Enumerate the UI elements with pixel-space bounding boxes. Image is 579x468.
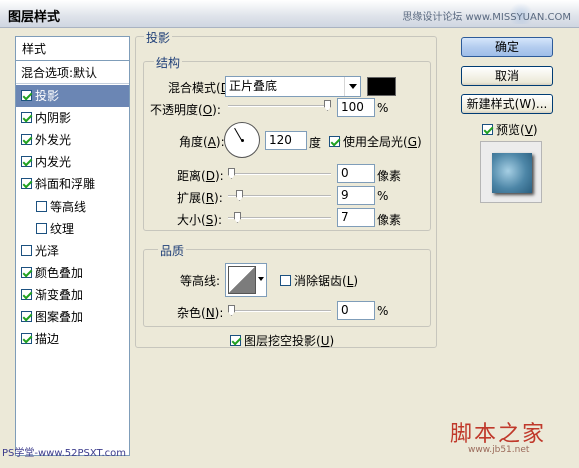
size-input[interactable]: 7 xyxy=(337,208,375,227)
global-light-check[interactable] xyxy=(329,136,340,147)
blend-mode-select[interactable]: 正片叠底 xyxy=(225,76,361,97)
style-list: 样式 混合选项:默认 投影内阴影外发光内发光斜面和浮雕等高线纹理光泽颜色叠加渐变… xyxy=(15,36,130,456)
distance-slider-thumb[interactable] xyxy=(228,168,235,179)
styles-header[interactable]: 样式 xyxy=(16,37,129,61)
watermark-bottom-right: 脚本之家 xyxy=(450,422,547,447)
contour-picker[interactable] xyxy=(225,263,267,297)
style-item[interactable]: 内阴影 xyxy=(16,107,129,129)
style-item[interactable]: 纹理 xyxy=(16,218,129,240)
style-item-checkbox[interactable] xyxy=(21,333,32,344)
noise-input[interactable]: 0 xyxy=(337,301,375,320)
size-label: 大小(S): xyxy=(177,213,223,227)
style-item-label: 颜色叠加 xyxy=(35,266,84,280)
style-item[interactable]: 图案叠加 xyxy=(16,306,129,328)
style-item-label: 斜面和浮雕 xyxy=(35,177,96,191)
new-style-button[interactable]: 新建样式(W)... xyxy=(461,94,553,114)
distance-slider[interactable] xyxy=(228,168,331,179)
style-item[interactable]: 光泽 xyxy=(16,240,129,262)
antialias-checkbox[interactable]: 消除锯齿(L) xyxy=(280,272,358,289)
style-item-checkbox[interactable] xyxy=(21,178,32,189)
chevron-down-icon xyxy=(344,77,360,96)
style-item[interactable]: 投影 xyxy=(16,85,129,107)
style-item-checkbox[interactable] xyxy=(21,245,32,256)
noise-slider[interactable] xyxy=(228,305,331,316)
style-item-label: 描边 xyxy=(35,332,60,346)
knockout-check[interactable] xyxy=(230,335,241,346)
angle-dial[interactable] xyxy=(224,122,260,158)
style-item[interactable]: 描边 xyxy=(16,328,129,350)
angle-label: 角度(A): xyxy=(179,135,225,149)
style-item-checkbox[interactable] xyxy=(36,223,47,234)
spread-slider-thumb[interactable] xyxy=(236,190,243,201)
style-item[interactable]: 颜色叠加 xyxy=(16,262,129,284)
style-item-checkbox[interactable] xyxy=(36,201,47,212)
style-item-label: 外发光 xyxy=(35,133,72,147)
antialias-check[interactable] xyxy=(280,275,291,286)
shadow-color-swatch[interactable] xyxy=(367,77,396,96)
ok-button[interactable]: 确定 xyxy=(461,37,553,57)
blend-options-item[interactable]: 混合选项:默认 xyxy=(16,63,129,84)
style-item-label: 等高线 xyxy=(50,200,87,214)
cancel-button[interactable]: 取消 xyxy=(461,66,553,86)
style-item[interactable]: 渐变叠加 xyxy=(16,284,129,306)
opacity-slider-thumb[interactable] xyxy=(324,100,331,111)
blend-mode-value: 正片叠底 xyxy=(229,79,278,93)
spread-slider[interactable] xyxy=(228,190,331,201)
style-item-checkbox[interactable] xyxy=(21,267,32,278)
style-item-checkbox[interactable] xyxy=(21,134,32,145)
style-item-checkbox[interactable] xyxy=(21,112,32,123)
angle-input[interactable]: 120 xyxy=(265,131,307,150)
style-item-label: 内发光 xyxy=(35,155,72,169)
style-item[interactable]: 斜面和浮雕 xyxy=(16,173,129,195)
style-item[interactable]: 内发光 xyxy=(16,151,129,173)
opacity-label: 不透明度(O): xyxy=(150,103,221,117)
chevron-down-icon xyxy=(258,277,264,281)
spread-unit: % xyxy=(377,189,389,203)
style-item[interactable]: 等高线 xyxy=(16,196,129,218)
spread-label: 扩展(R): xyxy=(177,191,223,205)
watermark-bottom-right-url: www.jb51.net xyxy=(468,445,530,455)
style-item-label: 纹理 xyxy=(50,222,75,236)
quality-title: 品质 xyxy=(158,242,187,259)
style-item-checkbox[interactable] xyxy=(21,156,32,167)
style-preview xyxy=(480,141,542,203)
watermark-top: 思缘设计论坛 www.MISSYUAN.COM xyxy=(402,12,571,23)
drop-shadow-title: 投影 xyxy=(144,29,173,46)
contour-linear-icon xyxy=(228,266,256,294)
opacity-input[interactable]: 100 xyxy=(337,98,375,117)
style-item-checkbox[interactable] xyxy=(21,289,32,300)
window-title: 图层样式 xyxy=(8,10,61,25)
noise-slider-thumb[interactable] xyxy=(228,305,235,316)
preview-checkbox[interactable]: 预览(V) xyxy=(482,121,538,138)
noise-unit: % xyxy=(377,304,389,318)
style-item-label: 投影 xyxy=(35,89,60,103)
distance-unit: 像素 xyxy=(377,169,402,183)
distance-input[interactable]: 0 xyxy=(337,164,375,183)
preview-check[interactable] xyxy=(482,124,493,135)
contour-label: 等高线: xyxy=(180,274,221,288)
style-item[interactable]: 外发光 xyxy=(16,129,129,151)
distance-label: 距离(D): xyxy=(177,169,224,183)
size-slider[interactable] xyxy=(228,212,331,223)
knockout-checkbox[interactable]: 图层挖空投影(U) xyxy=(230,332,334,349)
global-light-checkbox[interactable]: 使用全局光(G) xyxy=(329,133,422,150)
style-item-label: 图案叠加 xyxy=(35,310,84,324)
angle-unit: 度 xyxy=(309,136,322,150)
noise-label: 杂色(N): xyxy=(177,306,224,320)
watermark-bottom-left: PS学堂-www.52PSXT.com xyxy=(2,448,127,459)
style-item-label: 光泽 xyxy=(35,244,60,258)
style-item-checkbox[interactable] xyxy=(21,90,32,101)
title-bar: 图层样式 思缘设计论坛 www.MISSYUAN.COM xyxy=(0,0,579,28)
size-slider-thumb[interactable] xyxy=(234,212,241,223)
spread-input[interactable]: 9 xyxy=(337,186,375,205)
style-item-label: 渐变叠加 xyxy=(35,288,84,302)
style-item-label: 内阴影 xyxy=(35,111,72,125)
structure-title: 结构 xyxy=(154,54,183,71)
size-unit: 像素 xyxy=(377,213,402,227)
preview-thumbnail xyxy=(492,153,532,193)
opacity-slider[interactable] xyxy=(228,100,331,111)
style-item-checkbox[interactable] xyxy=(21,311,32,322)
opacity-unit: % xyxy=(377,101,389,115)
